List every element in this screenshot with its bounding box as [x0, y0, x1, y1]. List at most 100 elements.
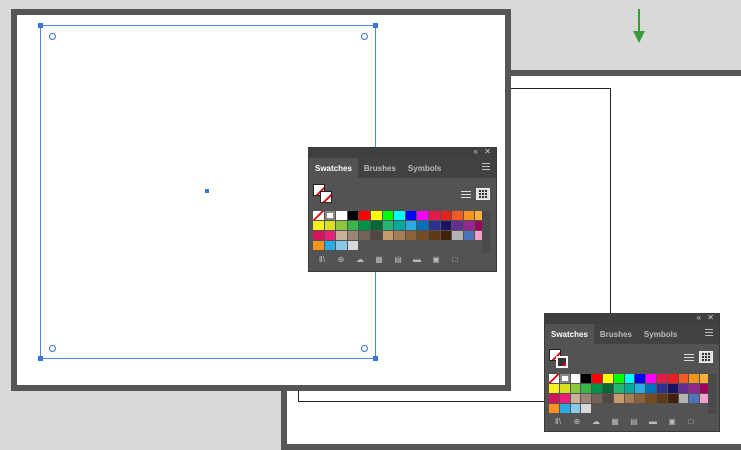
stroke-swatch[interactable] — [320, 191, 332, 203]
color-swatch[interactable] — [689, 384, 700, 393]
stroke-swatch[interactable] — [556, 356, 568, 368]
color-swatch[interactable] — [581, 374, 592, 383]
new-folder-icon[interactable]: ▬ — [412, 255, 422, 264]
color-swatch[interactable] — [463, 211, 475, 220]
color-swatch[interactable] — [656, 374, 667, 383]
collapse-icon[interactable]: « — [697, 313, 701, 322]
color-swatch[interactable] — [570, 384, 581, 393]
registration-swatch[interactable] — [324, 211, 336, 220]
color-swatch[interactable] — [646, 394, 656, 403]
color-swatch[interactable] — [624, 384, 635, 393]
tab-brushes[interactable]: Brushes — [358, 158, 402, 178]
color-swatch[interactable] — [667, 384, 678, 393]
cloud-icon[interactable]: ☁ — [355, 255, 365, 264]
swatch-scrollbar[interactable] — [708, 374, 716, 414]
fill-stroke-widget[interactable] — [313, 184, 337, 208]
color-swatch[interactable] — [440, 231, 452, 240]
tab-swatches[interactable]: Swatches — [309, 158, 358, 178]
show-kinds-icon[interactable]: ⊕ — [572, 417, 582, 426]
panel-menu-icon[interactable] — [482, 163, 490, 172]
color-swatch[interactable] — [602, 394, 613, 403]
color-swatch[interactable] — [549, 394, 559, 403]
color-swatch[interactable] — [592, 384, 602, 393]
color-swatch[interactable] — [667, 394, 678, 403]
cloud-icon[interactable]: ☁ — [591, 417, 601, 426]
grid-view-icon[interactable] — [699, 351, 713, 363]
list-view-icon[interactable] — [682, 351, 696, 363]
close-icon[interactable]: ✕ — [484, 147, 491, 156]
color-swatch[interactable] — [370, 211, 382, 220]
color-swatch[interactable] — [370, 221, 382, 230]
swatch-libraries-icon[interactable]: Ⅱ\ — [317, 255, 327, 264]
color-group-icon[interactable]: ▦ — [610, 417, 620, 426]
color-swatch[interactable] — [452, 211, 463, 220]
panel-menu-icon[interactable] — [705, 329, 713, 338]
tab-swatches[interactable]: Swatches — [545, 324, 594, 344]
color-swatch[interactable] — [581, 394, 592, 403]
color-swatch[interactable] — [313, 221, 324, 230]
color-swatch[interactable] — [570, 394, 581, 403]
color-swatch[interactable] — [428, 211, 440, 220]
color-swatch[interactable] — [336, 221, 347, 230]
color-group-icon[interactable]: ▦ — [374, 255, 384, 264]
tab-symbols[interactable]: Symbols — [638, 324, 683, 344]
color-swatch[interactable] — [359, 211, 370, 220]
color-swatch[interactable] — [549, 384, 559, 393]
color-swatch[interactable] — [635, 384, 646, 393]
color-swatch[interactable] — [313, 231, 324, 240]
color-swatch[interactable] — [602, 374, 613, 383]
color-swatch[interactable] — [624, 394, 635, 403]
color-swatch[interactable] — [359, 221, 370, 230]
color-swatch[interactable] — [613, 374, 624, 383]
color-swatch[interactable] — [581, 384, 592, 393]
color-swatch[interactable] — [405, 231, 417, 240]
color-swatch[interactable] — [624, 374, 635, 383]
color-swatch[interactable] — [417, 211, 428, 220]
color-swatch[interactable] — [382, 231, 394, 240]
color-swatch[interactable] — [678, 384, 689, 393]
color-swatch[interactable] — [394, 221, 405, 230]
list-view-icon[interactable] — [459, 188, 473, 200]
selection-handle-bl[interactable] — [38, 356, 43, 361]
color-swatch[interactable] — [347, 231, 359, 240]
delete-icon[interactable]: □ — [450, 255, 460, 264]
color-swatch[interactable] — [382, 221, 394, 230]
color-swatch[interactable] — [347, 211, 359, 220]
new-swatch-icon[interactable]: ▣ — [431, 255, 441, 264]
color-swatch[interactable] — [635, 394, 646, 403]
corner-widget-br[interactable] — [361, 345, 368, 352]
fill-stroke-widget[interactable] — [549, 349, 573, 373]
selection-handle-tr[interactable] — [373, 23, 378, 28]
color-swatch[interactable] — [678, 394, 689, 403]
swatches-panel-secondary[interactable]: « ✕ Swatches Brushes Symbols Ⅱ\ ⊕ ☁ ▦ ▤ ▬ ▣ □ — [544, 313, 720, 432]
color-swatch[interactable] — [405, 211, 417, 220]
none-swatch[interactable] — [549, 374, 559, 383]
swatch-grid[interactable] — [549, 374, 710, 413]
selection-center-point[interactable] — [205, 189, 209, 193]
new-swatch-icon[interactable]: ▣ — [667, 417, 677, 426]
color-swatch[interactable] — [359, 231, 370, 240]
color-swatch[interactable] — [570, 374, 581, 383]
corner-widget-tl[interactable] — [49, 33, 56, 40]
color-swatch[interactable] — [440, 221, 452, 230]
swatch-options-icon[interactable]: ▤ — [629, 417, 639, 426]
new-folder-icon[interactable]: ▬ — [648, 417, 658, 426]
tab-symbols[interactable]: Symbols — [402, 158, 447, 178]
color-swatch[interactable] — [689, 374, 700, 383]
swatch-scrollbar[interactable] — [482, 211, 490, 253]
collapse-icon[interactable]: « — [474, 147, 478, 156]
color-swatch[interactable] — [463, 231, 475, 240]
color-swatch[interactable] — [452, 221, 463, 230]
color-swatch[interactable] — [394, 231, 405, 240]
color-swatch[interactable] — [646, 374, 656, 383]
color-swatch[interactable] — [324, 231, 336, 240]
selection-handle-tl[interactable] — [38, 23, 43, 28]
color-swatch[interactable] — [440, 211, 452, 220]
color-swatch[interactable] — [656, 394, 667, 403]
delete-icon[interactable]: □ — [686, 417, 696, 426]
color-swatch[interactable] — [689, 394, 700, 403]
color-swatch[interactable] — [559, 384, 570, 393]
swatch-grid[interactable] — [313, 211, 486, 250]
color-swatch[interactable] — [559, 394, 570, 403]
registration-swatch[interactable] — [559, 374, 570, 383]
